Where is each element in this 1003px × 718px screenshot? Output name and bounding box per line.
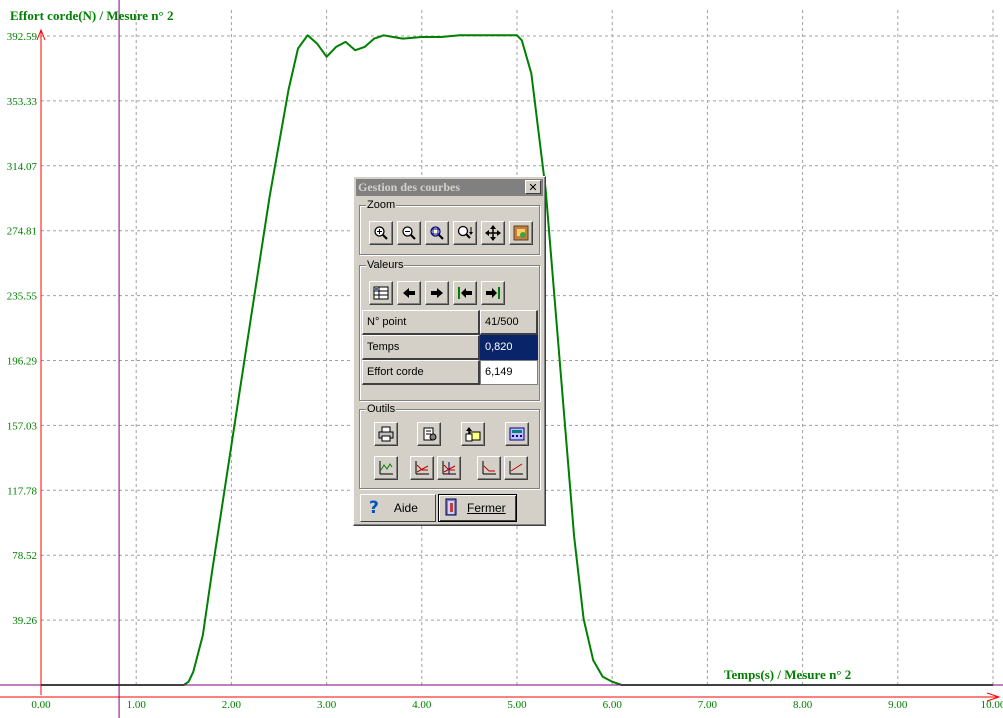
row-rope-force: Effort corde 6,149 [362,360,538,385]
close-dialog-button[interactable]: Fermer [438,494,517,522]
curve-management-dialog: Gestion des courbes ✕ Zoom Valeurs N° po… [353,176,546,526]
values-group: Valeurs N° point 41/500 Temps 0,820 Effo… [359,258,540,401]
zoom-fit-icon[interactable] [425,221,449,245]
curve-overlay-icon[interactable] [437,456,461,480]
zoom-out-icon[interactable] [397,221,421,245]
x-tick-label: 7.00 [698,699,718,711]
x-tick-label: 6.00 [603,699,623,711]
y-tick-label: 117.78 [7,485,37,497]
y-tick-label: 196.29 [7,356,38,368]
zoom-group: Zoom [359,198,540,255]
y-tick-label: 274.81 [7,226,37,238]
curve-compare-icon[interactable] [410,456,434,480]
curve-tangent-alt-icon[interactable] [504,456,528,480]
help-button[interactable]: ? Aide [360,494,436,522]
close-dialog-button-label: Fermer [467,501,506,515]
y-tick-label: 235.55 [7,291,38,303]
time-value[interactable]: 0,820 [480,335,538,360]
x-tick-label: 9.00 [888,699,908,711]
rope-force-value[interactable]: 6,149 [480,360,538,385]
print-icon[interactable] [374,422,398,446]
previous-point-icon[interactable] [397,281,421,305]
zoom-reset-icon[interactable] [453,221,477,245]
point-table-icon[interactable] [369,281,393,305]
tools-group: Outils [359,402,540,489]
last-point-icon[interactable] [481,281,505,305]
point-number-value[interactable]: 41/500 [480,310,538,335]
row-label: Effort corde [362,360,480,385]
zoom-group-label: Zoom [366,198,397,212]
curve-tangent-icon[interactable] [477,456,501,480]
tools-group-label: Outils [366,402,397,416]
zoom-image-icon[interactable] [509,221,533,245]
first-point-icon[interactable] [453,281,477,305]
dialog-titlebar[interactable]: Gestion des courbes ✕ [356,179,543,196]
pan-icon[interactable] [481,221,505,245]
help-button-label: Aide [393,501,418,515]
values-group-label: Valeurs [366,258,405,272]
x-tick-label: 10.00 [981,699,1003,711]
export-icon[interactable] [461,422,485,446]
row-point-number: N° point 41/500 [362,310,538,335]
x-tick-label: 3.00 [317,699,337,711]
curve-view-icon[interactable] [374,456,398,480]
y-tick-label: 39.26 [12,615,37,627]
chart-title: Effort corde(N) / Mesure n° 2 [10,8,174,23]
x-tick-label: 4.00 [412,699,432,711]
y-tick-label: 157.03 [7,420,38,432]
dialog-title: Gestion des courbes [358,180,460,194]
y-tick-label: 353.33 [7,96,38,108]
y-tick-label: 392.59 [7,31,38,43]
row-time: Temps 0,820 [362,335,538,360]
x-tick-label: 1.00 [127,699,147,711]
calculator-icon[interactable] [505,422,529,446]
close-icon[interactable]: ✕ [525,180,541,194]
help-icon: ? [369,498,379,518]
x-tick-label: 5.00 [507,699,527,711]
row-label: N° point [362,310,480,335]
x-axis-title: Temps(s) / Mesure n° 2 [724,667,852,682]
settings-icon[interactable] [417,422,441,446]
next-point-icon[interactable] [425,281,449,305]
x-tick-label: 2.00 [222,699,242,711]
row-label: Temps [362,335,480,360]
zoom-in-icon[interactable] [369,221,393,245]
exit-door-icon [445,498,459,519]
y-tick-label: 78.52 [12,550,37,562]
x-tick-label: 0.00 [31,699,51,711]
x-tick-label: 8.00 [793,699,813,711]
y-tick-label: 314.07 [7,161,38,173]
